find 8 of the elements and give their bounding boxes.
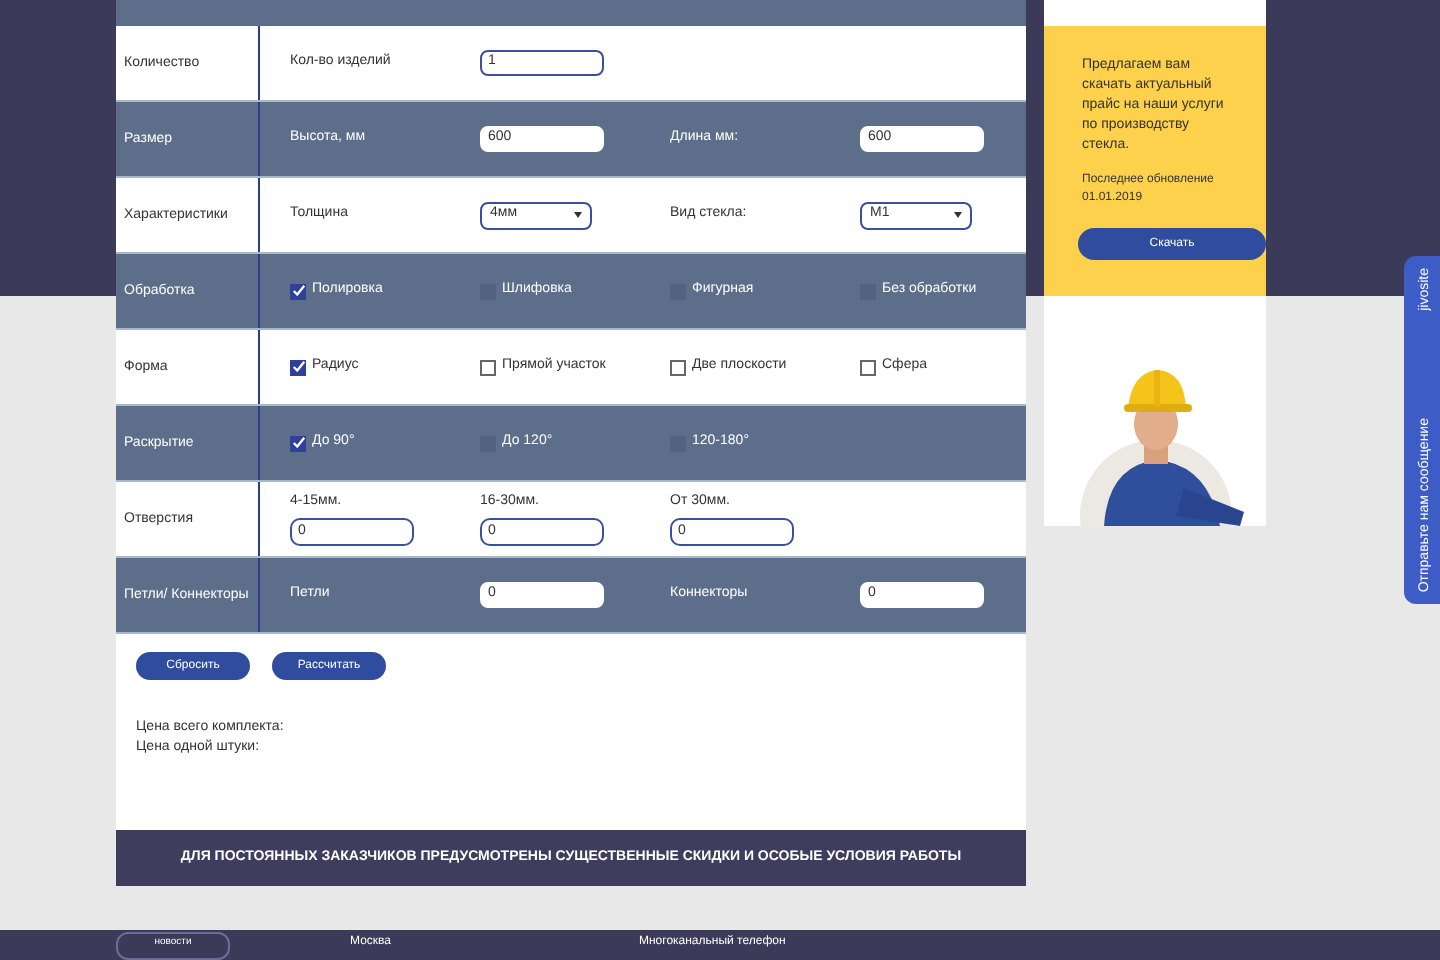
checkbox[interactable] [480,359,496,375]
caret-icon [954,212,962,218]
caret-icon [574,212,582,218]
checkbox[interactable] [670,359,686,375]
checkbox[interactable] [860,359,876,375]
check-icon [291,436,305,450]
check-icon [291,284,305,298]
check-icon [291,360,305,374]
